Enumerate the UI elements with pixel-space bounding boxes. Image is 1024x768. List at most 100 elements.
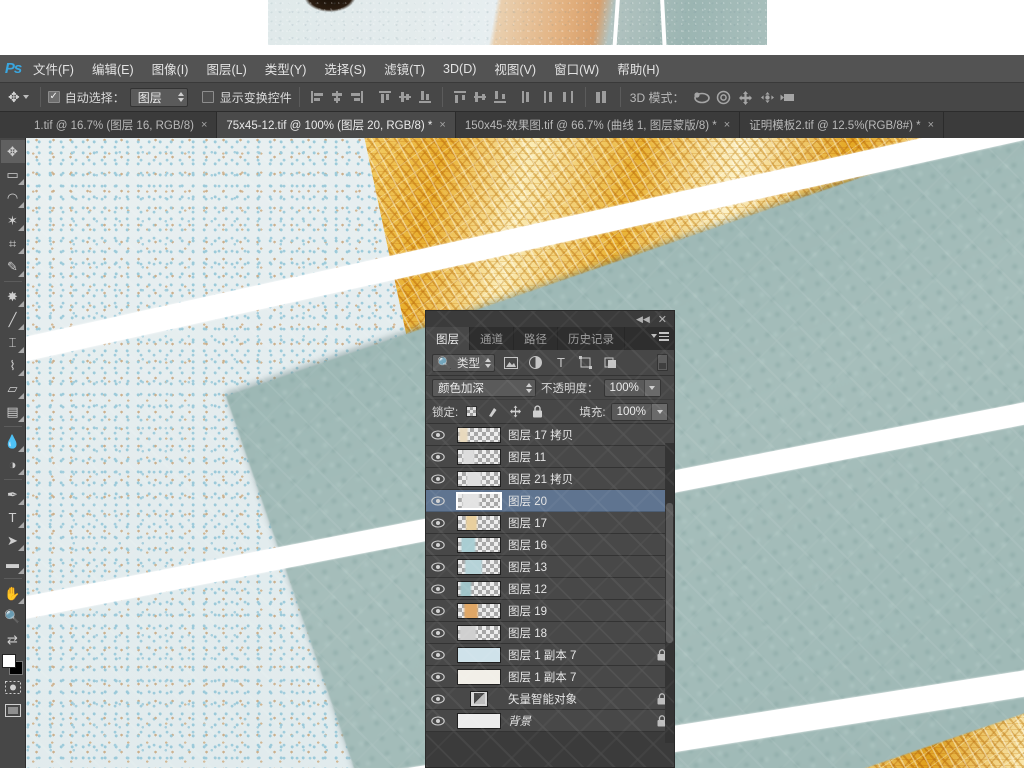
layer-thumbnail-cell[interactable] [450,668,508,685]
layer-thumbnail-cell[interactable] [450,646,508,663]
layer-thumbnail-cell[interactable] [450,558,508,575]
pixel-filter-icon[interactable] [502,354,520,372]
crop-tool[interactable]: ⌗ [1,232,25,255]
layer-row[interactable]: 背景 [426,710,674,732]
scrollbar-thumb[interactable] [666,503,673,643]
menu-layer[interactable]: 图层(L) [197,55,255,82]
layer-row[interactable]: 图层 18 [426,622,674,644]
close-icon[interactable]: × [928,119,934,131]
layer-thumbnail-cell[interactable] [450,536,508,553]
lock-image-pixels-icon[interactable] [485,404,502,420]
rectangular-marquee-tool[interactable]: ▭ [1,163,25,186]
layer-row[interactable]: 图层 12 [426,578,674,600]
blur-tool[interactable]: 💧 [1,430,25,453]
document-tab-4[interactable]: 证明模板2.tif @ 12.5%(RGB/8#) * × [740,112,945,138]
layer-row[interactable]: 图层 1 副本 7 [426,666,674,688]
show-transform-controls-checkbox[interactable]: ✓ [201,91,214,103]
spot-healing-brush-tool[interactable]: ✸ [1,285,25,308]
fill-field[interactable]: 100% [610,402,668,421]
distribute-horizontal-centers-icon[interactable] [538,87,558,107]
auto-align-layers-icon[interactable] [593,87,613,107]
close-icon[interactable]: × [724,119,730,131]
align-right-edges-icon[interactable] [347,87,367,107]
brush-tool[interactable]: ╱ [1,308,25,331]
eye-visibility-icon[interactable] [426,649,450,660]
layer-row[interactable]: 图层 19 [426,600,674,622]
filter-type-select[interactable]: 🔍 类型 [432,353,495,372]
layer-row[interactable]: 图层 17 拷贝 [426,424,674,446]
eye-visibility-icon[interactable] [426,451,450,462]
auto-select-scope-select[interactable]: 图层 [129,87,188,107]
rectangle-tool[interactable]: ▬ [1,552,25,575]
close-icon[interactable]: × [439,119,445,131]
eye-visibility-icon[interactable] [426,671,450,682]
lasso-tool[interactable]: ◠ [1,186,25,209]
lock-all-icon[interactable] [529,404,546,420]
eye-visibility-icon[interactable] [426,561,450,572]
layer-row[interactable]: 图层 21 拷贝 [426,468,674,490]
tab-channels[interactable]: 通道 [470,327,514,350]
eyedropper-tool[interactable]: ✎ [1,255,25,278]
roll-3d-icon[interactable] [712,87,734,107]
move-tool[interactable]: ✥ [0,140,25,163]
active-tool-preset-picker[interactable]: ✥ [4,88,33,106]
distribute-right-edges-icon[interactable] [558,87,578,107]
align-bottom-edges-icon[interactable] [415,87,435,107]
align-vertical-centers-icon[interactable] [395,87,415,107]
layer-row[interactable]: 图层 11 [426,446,674,468]
layer-list-scrollbar[interactable] [665,443,674,743]
menu-window[interactable]: 窗口(W) [545,55,608,82]
layer-thumbnail-cell[interactable] [450,602,508,619]
layer-row[interactable]: 图层 20 [426,490,674,512]
eye-visibility-icon[interactable] [426,495,450,506]
eye-visibility-icon[interactable] [426,517,450,528]
layer-thumbnail-cell[interactable] [450,470,508,487]
close-panel-icon[interactable]: ✕ [658,313,667,326]
layer-list[interactable]: 图层 17 拷贝 图层 11 图层 21 拷贝 图层 20 图层 17 图层 16 图层 1… [426,424,674,767]
distribute-vertical-centers-icon[interactable] [470,87,490,107]
history-brush-tool[interactable]: ⌇ [1,354,25,377]
eye-visibility-icon[interactable] [426,539,450,550]
document-tab-3[interactable]: 150x45-效果图.tif @ 66.7% (曲线 1, 图层蒙版/8) * … [455,112,741,138]
layer-thumbnail-cell[interactable] [450,448,508,465]
layer-row[interactable]: 图层 1 副本 7 [426,644,674,666]
orbit-3d-icon[interactable] [690,87,712,107]
smart-object-filter-icon[interactable] [602,354,620,372]
menu-select[interactable]: 选择(S) [315,55,375,82]
layer-thumbnail-cell[interactable] [450,580,508,597]
dodge-tool[interactable]: ◑ [1,453,25,476]
pen-tool[interactable]: ✒ [1,483,25,506]
color-swatches[interactable] [1,654,24,676]
eye-visibility-icon[interactable] [426,627,450,638]
distribute-left-edges-icon[interactable] [518,87,538,107]
layer-row[interactable]: 图层 17 [426,512,674,534]
menu-view[interactable]: 视图(V) [485,55,545,82]
opacity-dropdown-button[interactable] [643,379,660,396]
eye-visibility-icon[interactable] [426,605,450,616]
layer-thumbnail-cell[interactable] [450,690,508,707]
menu-type[interactable]: 类型(Y) [256,55,316,82]
document-tab-1[interactable]: 1.tif @ 16.7% (图层 16, RGB/8) × [25,112,218,138]
layer-thumbnail-cell[interactable] [450,712,508,729]
tab-history[interactable]: 历史记录 [558,327,625,350]
eraser-tool[interactable]: ▱ [1,377,25,400]
layer-row[interactable]: 图层 13 [426,556,674,578]
layer-thumbnail-cell[interactable] [450,624,508,641]
opacity-field[interactable]: 100% [603,378,661,397]
layer-thumbnail-cell[interactable] [450,514,508,531]
align-left-edges-icon[interactable] [307,87,327,107]
screen-mode-icon[interactable] [1,699,25,722]
close-icon[interactable]: × [201,119,207,131]
menu-image[interactable]: 图像(I) [143,55,198,82]
clone-stamp-tool[interactable]: ⌶ [1,331,25,354]
menu-help[interactable]: 帮助(H) [608,55,668,82]
eye-visibility-icon[interactable] [426,583,450,594]
foreground-color-swatch[interactable] [1,654,16,668]
lock-position-icon[interactable] [507,404,524,420]
distribute-top-edges-icon[interactable] [450,87,470,107]
collapse-panel-icon[interactable]: ◀◀ [636,314,650,325]
hand-tool[interactable]: ✋ [1,582,25,605]
quick-mask-icon[interactable] [1,676,25,699]
eye-visibility-icon[interactable] [426,429,450,440]
tab-layers[interactable]: 图层 [426,327,470,350]
